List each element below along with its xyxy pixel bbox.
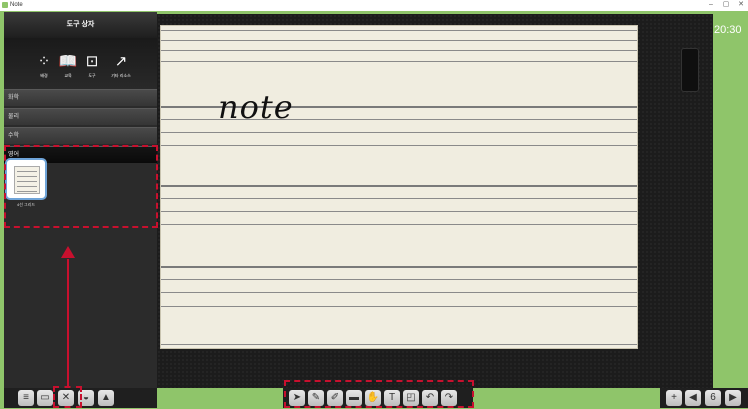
ruled-line [161, 211, 637, 212]
clock: 20:30 [714, 24, 742, 36]
highlight-resource-area [4, 145, 158, 228]
panel-title: 도구 상자 [4, 12, 157, 38]
arrow-head-icon [61, 246, 75, 258]
book-icon: 📖 [58, 53, 78, 70]
ruled-line [161, 50, 637, 51]
window-title: Note [10, 2, 23, 8]
menu-icon[interactable]: ≡ [18, 390, 34, 406]
ruled-line [161, 61, 637, 62]
handwritten-note[interactable]: note [218, 88, 294, 126]
next-page-icon[interactable]: ▶ [725, 390, 741, 406]
screen-icon[interactable]: ▭ [37, 390, 53, 406]
ruled-line [161, 266, 637, 268]
ruled-line [161, 344, 637, 345]
ruled-line [161, 224, 637, 225]
toolbox-icon: ⊡ [85, 53, 99, 70]
ruled-line [161, 40, 637, 41]
app-icon [2, 2, 8, 8]
highlight-drawing-toolbar [284, 380, 474, 408]
ruled-line [161, 185, 637, 187]
window-title-bar: Note – ▢ ✕ [0, 0, 748, 11]
minimize-button[interactable]: – [705, 0, 717, 10]
tools-tool[interactable]: ⊡ 도구 [80, 53, 104, 79]
ruled-line [161, 198, 637, 199]
ruled-line [161, 30, 637, 31]
ruled-line [161, 145, 637, 146]
page-number[interactable]: 6 [705, 390, 721, 406]
external-link-icon: ↗ [114, 53, 128, 70]
category-chemistry[interactable]: 화학 [4, 89, 157, 106]
education-tool[interactable]: 📖 교육 [56, 53, 80, 79]
category-physics[interactable]: 물리 [4, 108, 157, 125]
ruled-line [161, 306, 637, 307]
previous-page-icon[interactable]: ◀ [685, 390, 701, 406]
ruled-line [161, 292, 637, 293]
close-button[interactable]: ✕ [735, 0, 747, 10]
background-tool[interactable]: ⁘ 배경 [32, 53, 56, 79]
annotation-arrow [67, 259, 69, 387]
add-page-icon[interactable]: + [666, 390, 682, 406]
image-icon[interactable]: ▲ [98, 390, 114, 406]
magic-wand-icon: ⁘ [37, 53, 51, 70]
highlight-toolbox-button [53, 386, 82, 408]
maximize-button[interactable]: ▢ [720, 0, 732, 10]
ruled-line [161, 132, 637, 133]
ruled-line [161, 279, 637, 280]
page-scroll-handle[interactable] [681, 48, 699, 92]
other-resources-tool[interactable]: ↗ 기타 리소스 [104, 53, 138, 79]
note-page[interactable] [160, 25, 638, 349]
page-toolbar: + ◀ 6 ▶ [660, 388, 748, 408]
category-math[interactable]: 수학 [4, 127, 157, 144]
